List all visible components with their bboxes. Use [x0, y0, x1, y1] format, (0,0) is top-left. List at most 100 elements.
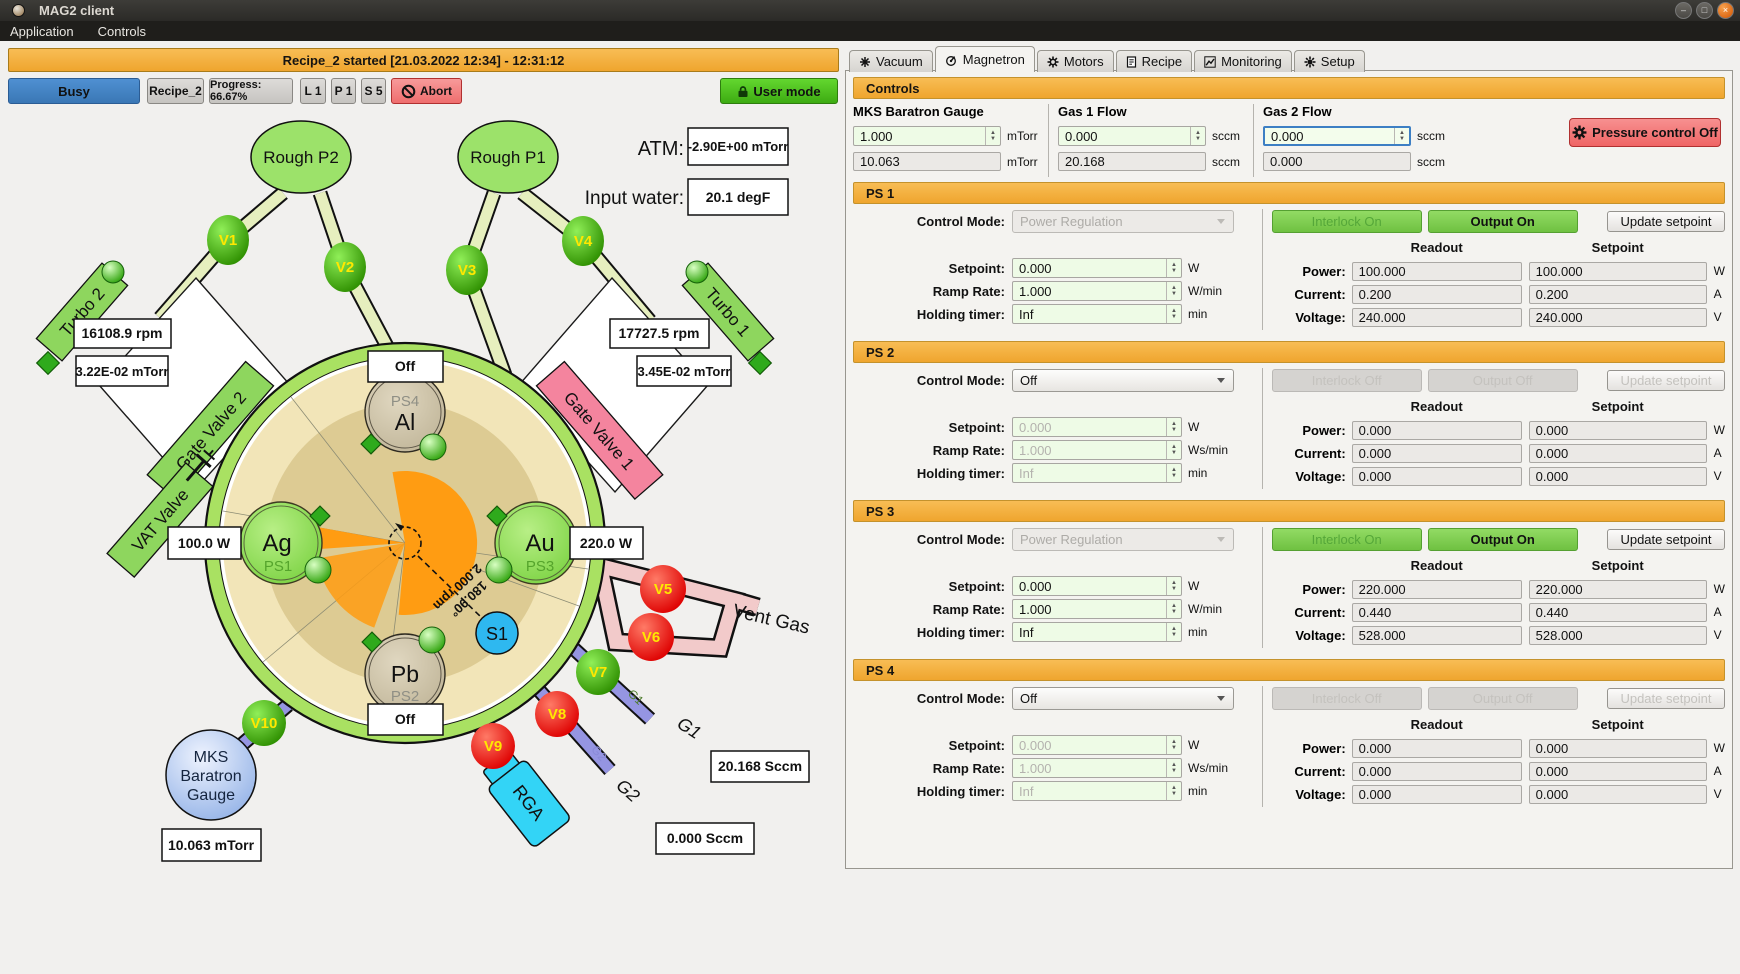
interlock-button[interactable]: Interlock On — [1272, 210, 1422, 233]
update-setpoint-button[interactable]: Update setpoint — [1607, 529, 1725, 550]
output-button[interactable]: Output On — [1428, 210, 1578, 233]
busy-indicator[interactable]: Busy — [8, 78, 140, 104]
s5-indicator[interactable]: S 5 — [361, 78, 386, 104]
material-right-ball — [486, 557, 512, 583]
tab-setup[interactable]: Setup — [1294, 50, 1365, 72]
update-setpoint-button[interactable]: Update setpoint — [1607, 688, 1725, 709]
baratron-setpoint-input[interactable]: 1.000▲▼ — [853, 126, 1001, 146]
power-unit: W — [1714, 423, 1725, 437]
recipe-button[interactable]: Recipe_2 — [147, 78, 204, 104]
ramp-rate-input[interactable]: 1.000▲▼ — [1012, 599, 1182, 619]
material-left-ag[interactable]: Ag PS1 — [240, 502, 331, 584]
valve-v6-label: V6 — [642, 629, 660, 646]
gas1-setpoint-input[interactable]: 0.000▲▼ — [1058, 126, 1206, 146]
material-bottom-pb[interactable]: Pb PS2 — [362, 627, 445, 714]
ramp-rate-unit: Ws/min — [1188, 443, 1228, 457]
tab-monitoring[interactable]: Monitoring — [1194, 50, 1292, 72]
voltage-setpoint: 0.000 — [1529, 467, 1707, 486]
material-right-ps: PS3 — [526, 558, 554, 575]
spinner-arrows-icon[interactable]: ▲▼ — [1166, 282, 1181, 300]
spinner-arrows-icon[interactable]: ▲▼ — [1166, 759, 1181, 777]
control-mode-label: Control Mode: — [853, 214, 1012, 229]
tab-recipe[interactable]: Recipe — [1116, 50, 1192, 72]
current-setpoint: 0.200 — [1529, 285, 1707, 304]
valve-v7-label: V7 — [589, 664, 607, 681]
control-mode-select[interactable]: Off — [1012, 687, 1234, 710]
update-setpoint-button[interactable]: Update setpoint — [1607, 370, 1725, 391]
setpoint-input[interactable]: 0.000▲▼ — [1012, 258, 1182, 278]
output-button[interactable]: Output On — [1428, 528, 1578, 551]
spinner-arrows-icon[interactable]: ▲▼ — [1166, 305, 1181, 323]
output-button[interactable]: Output Off — [1428, 687, 1578, 710]
spinner-arrows-icon[interactable]: ▲▼ — [1166, 441, 1181, 459]
voltage-readout: 240.000 — [1352, 308, 1522, 327]
holding-timer-unit: min — [1188, 307, 1207, 321]
material-right-au[interactable]: Au PS3 — [486, 502, 577, 584]
pressure-control-button[interactable]: Pressure control Off — [1569, 118, 1721, 147]
ps-section: PS 2 Control Mode: Off Setpoint: 0.000▲▼… — [853, 341, 1725, 495]
interlock-button[interactable]: Interlock Off — [1272, 369, 1422, 392]
holding-timer-input[interactable]: Inf▲▼ — [1012, 304, 1182, 324]
gas2-setpoint-input[interactable]: 0.000▲▼ — [1263, 126, 1411, 146]
spinner-arrows-icon[interactable]: ▲▼ — [1166, 623, 1181, 641]
control-mode-select[interactable]: Off — [1012, 369, 1234, 392]
spinner-arrows-icon[interactable]: ▲▼ — [985, 127, 1000, 145]
power-setpoint: 0.000 — [1529, 739, 1707, 758]
setpoint-input[interactable]: 0.000▲▼ — [1012, 735, 1182, 755]
setpoint-input[interactable]: 0.000▲▼ — [1012, 417, 1182, 437]
spinner-arrows-icon[interactable]: ▲▼ — [1166, 736, 1181, 754]
baratron-setpoint-value: 1.000 — [854, 129, 985, 144]
turbo2-pressure: 3.22E-02 mTorr — [76, 364, 169, 379]
baratron-gauge[interactable]: MKS Baratron Gauge — [166, 730, 256, 820]
power-setpoint: 220.000 — [1529, 580, 1707, 599]
tab-magnetron[interactable]: Magnetron — [935, 46, 1035, 72]
interlock-button[interactable]: Interlock On — [1272, 528, 1422, 551]
ramp-rate-input[interactable]: 1.000▲▼ — [1012, 281, 1182, 301]
gas2-setpoint-value: 0.000 — [1265, 129, 1394, 144]
tab-motors[interactable]: Motors — [1037, 50, 1114, 72]
holding-timer-unit: min — [1188, 466, 1207, 480]
abort-button[interactable]: Abort — [391, 78, 462, 104]
output-button[interactable]: Output Off — [1428, 369, 1578, 392]
ramp-rate-input[interactable]: 1.000▲▼ — [1012, 758, 1182, 778]
holding-timer-input[interactable]: Inf▲▼ — [1012, 781, 1182, 801]
spinner-arrows-icon[interactable]: ▲▼ — [1166, 418, 1181, 436]
spinner-arrows-icon[interactable]: ▲▼ — [1166, 259, 1181, 277]
spinner-arrows-icon[interactable]: ▲▼ — [1166, 577, 1181, 595]
spinner-arrows-icon[interactable]: ▲▼ — [1166, 464, 1181, 482]
control-mode-select[interactable]: Power Regulation — [1012, 528, 1234, 551]
p1-indicator[interactable]: P 1 — [331, 78, 356, 104]
l1-indicator[interactable]: L 1 — [300, 78, 326, 104]
gas1-setpoint-value: 0.000 — [1059, 129, 1190, 144]
minimize-button[interactable]: ‒ — [1675, 2, 1692, 19]
ramp-rate-unit: W/min — [1188, 284, 1222, 298]
ps-section-header: PS 2 — [853, 341, 1725, 363]
current-label: Current: — [1272, 287, 1352, 302]
setpoint-label: Setpoint: — [853, 261, 1012, 276]
setpoint-input[interactable]: 0.000▲▼ — [1012, 576, 1182, 596]
pressure-control-label: Pressure control Off — [1592, 125, 1718, 140]
atm-label: ATM: — [638, 138, 684, 160]
interlock-button[interactable]: Interlock Off — [1272, 687, 1422, 710]
holding-timer-input[interactable]: Inf▲▼ — [1012, 463, 1182, 483]
holding-timer-input[interactable]: Inf▲▼ — [1012, 622, 1182, 642]
abort-label: Abort — [420, 84, 452, 98]
spinner-arrows-icon[interactable]: ▲▼ — [1166, 600, 1181, 618]
current-unit: A — [1714, 287, 1722, 301]
chevron-down-icon — [1217, 378, 1225, 383]
baratron-unit: mTorr — [1007, 129, 1038, 143]
control-mode-select[interactable]: Power Regulation — [1012, 210, 1234, 233]
menu-application[interactable]: Application — [10, 24, 74, 39]
tab-vacuum[interactable]: Vacuum — [849, 50, 933, 72]
user-mode-button[interactable]: User mode — [720, 78, 838, 104]
update-setpoint-button[interactable]: Update setpoint — [1607, 211, 1725, 232]
spinner-arrows-icon[interactable]: ▲▼ — [1166, 782, 1181, 800]
maximize-button[interactable]: □ — [1696, 2, 1713, 19]
spinner-arrows-icon[interactable]: ▲▼ — [1190, 127, 1205, 145]
menu-controls[interactable]: Controls — [98, 24, 146, 39]
input-water-label: Input water: — [585, 188, 684, 209]
current-setpoint: 0.000 — [1529, 444, 1707, 463]
spinner-arrows-icon[interactable]: ▲▼ — [1394, 128, 1409, 144]
close-button[interactable]: × — [1717, 2, 1734, 19]
ramp-rate-input[interactable]: 1.000▲▼ — [1012, 440, 1182, 460]
